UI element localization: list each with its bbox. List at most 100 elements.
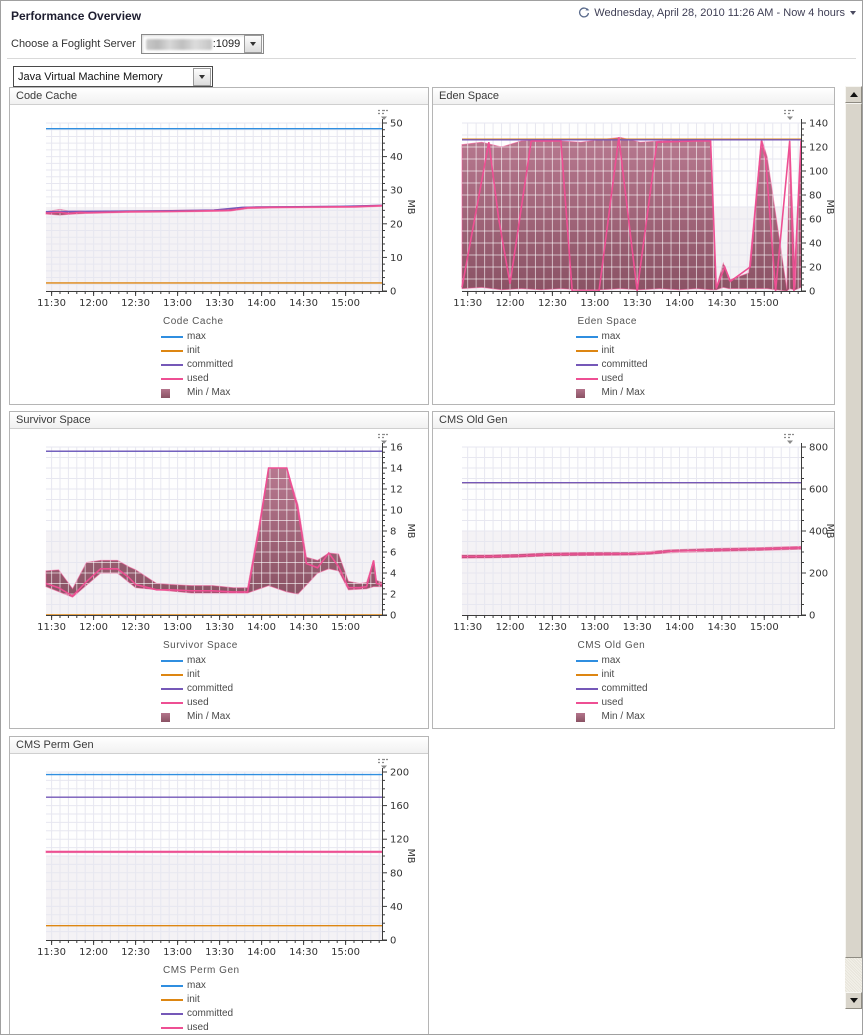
vertical-scrollbar[interactable]: [845, 86, 862, 1009]
legend-label: committed: [187, 683, 234, 694]
legend-label: committed: [601, 683, 648, 694]
page-title: Performance Overview: [11, 9, 142, 23]
chart-plot: 0 20 40 60 80 100 120 140 11:30 12:00 12:30 13:00 13…: [453, 119, 834, 310]
legend-item-minmax: Min / Max: [575, 710, 692, 724]
legend-item-init: init: [575, 344, 692, 358]
server-label: Choose a Foglight Server: [11, 38, 136, 50]
legend-item-max: max: [575, 330, 692, 344]
svg-text:MB: MB: [405, 524, 416, 539]
legend-item-init: init: [161, 668, 277, 682]
legend-label: Min / Max: [187, 387, 231, 398]
svg-text:14: 14: [390, 464, 403, 475]
scroll-down-button[interactable]: [845, 992, 862, 1009]
svg-text:13:00: 13:00: [163, 298, 192, 309]
svg-text:15:00: 15:00: [331, 622, 360, 633]
svg-text:MB: MB: [405, 200, 416, 215]
legend-item-max: max: [575, 654, 692, 668]
legend-label: committed: [187, 1008, 234, 1019]
svg-text:11:30: 11:30: [453, 622, 482, 633]
legend-label: used: [601, 373, 624, 384]
scrollbar-thumb[interactable]: [845, 103, 862, 958]
legend-label: Min / Max: [601, 387, 645, 398]
svg-text:6: 6: [390, 548, 396, 559]
svg-text:200: 200: [809, 569, 828, 580]
scroll-up-button[interactable]: [845, 86, 862, 103]
svg-text:12:30: 12:30: [121, 947, 150, 958]
svg-text:12:30: 12:30: [121, 298, 150, 309]
legend-item-committed: committed: [575, 358, 692, 372]
panel-title: CMS Old Gen: [433, 412, 834, 429]
init-line-swatch: [575, 350, 598, 352]
chart-options-icon[interactable]: [783, 108, 796, 121]
legend-title: Code Cache: [163, 316, 224, 327]
svg-text:40: 40: [390, 902, 403, 913]
legend-item-max: max: [161, 979, 277, 993]
max-line-swatch: [161, 336, 183, 338]
svg-text:80: 80: [809, 191, 822, 202]
legend-item-used: used: [161, 372, 277, 386]
panel-title: Code Cache: [10, 88, 428, 105]
panel-title: Survivor Space: [10, 412, 428, 429]
legend-item-committed: committed: [161, 358, 277, 372]
legend-label: used: [187, 373, 209, 384]
svg-text:13:00: 13:00: [580, 298, 609, 309]
chart-legend: Code Cache max init committed used Min / Max: [161, 315, 277, 400]
svg-text:11:30: 11:30: [453, 298, 482, 309]
chart-options-icon[interactable]: [377, 108, 390, 121]
svg-text:MB: MB: [824, 524, 834, 539]
used-line-swatch: [161, 378, 183, 380]
metric-combobox[interactable]: Java Virtual Machine Memory: [13, 66, 213, 87]
legend-item-init: init: [161, 344, 277, 358]
panel-title: CMS Perm Gen: [10, 737, 428, 754]
svg-text:15:00: 15:00: [750, 298, 779, 309]
legend-label: used: [601, 697, 624, 708]
max-line-swatch: [575, 336, 598, 338]
legend-label: committed: [187, 359, 234, 370]
down-triangle-icon: [250, 42, 257, 46]
server-combobox[interactable]: :1099: [140, 34, 265, 54]
chart-options-icon[interactable]: [377, 757, 390, 770]
svg-text:10: 10: [390, 506, 403, 517]
legend-label: used: [187, 1022, 209, 1033]
svg-text:120: 120: [809, 143, 828, 154]
init-line-swatch: [161, 350, 183, 352]
svg-text:2: 2: [390, 590, 396, 601]
svg-text:0: 0: [809, 287, 815, 298]
svg-text:14:00: 14:00: [247, 947, 276, 958]
svg-text:12: 12: [390, 485, 403, 496]
timeframe-caret-icon: [850, 11, 856, 15]
metric-combo-arrow[interactable]: [193, 67, 211, 86]
chart-options-icon[interactable]: [783, 432, 796, 445]
chart-options-icon[interactable]: [377, 432, 390, 445]
chart-legend: CMS Perm GenmaxinitcommittedusedMin / Ma…: [161, 964, 277, 1034]
timeframe-selector[interactable]: Wednesday, April 28, 2010 11:26 AM - Now…: [578, 7, 856, 19]
init-line-swatch: [161, 674, 183, 676]
committed-line-swatch: [575, 688, 598, 690]
svg-text:140: 140: [809, 119, 828, 130]
chart-panel-code-cache: Code Cache 0 10 20 30 40 50 11:30 12:00 12:30 13:…: [9, 87, 429, 405]
minmax-swatch: [161, 712, 170, 722]
svg-text:11:30: 11:30: [37, 622, 66, 633]
minmax-swatch: [575, 388, 585, 398]
legend-title: CMS Perm Gen: [163, 965, 240, 976]
panel-title: Eden Space: [433, 88, 834, 105]
svg-text:14:30: 14:30: [707, 622, 736, 633]
legend-item-committed: committed: [161, 1007, 277, 1021]
legend-item-committed: committed: [575, 682, 692, 696]
svg-text:13:00: 13:00: [580, 622, 609, 633]
legend-label: init: [187, 345, 200, 356]
chart-legend: CMS Old Gen max init committed used Min / Max: [575, 639, 692, 724]
legend-label: init: [601, 345, 615, 356]
svg-text:12:30: 12:30: [538, 298, 567, 309]
used-line-swatch: [161, 702, 183, 704]
down-triangle-icon: [199, 74, 205, 79]
server-combo-arrow[interactable]: [244, 35, 263, 53]
svg-text:100: 100: [809, 167, 828, 178]
max-line-swatch: [161, 985, 183, 987]
legend-label: init: [601, 669, 615, 680]
svg-text:15:00: 15:00: [331, 947, 360, 958]
legend-label: max: [601, 331, 621, 342]
committed-line-swatch: [161, 364, 183, 366]
init-line-swatch: [161, 999, 183, 1001]
chart-panel-cms-perm-gen: CMS Perm Gen 0 40 80 120 160 200 11:30 12:00 12:…: [9, 736, 429, 1034]
